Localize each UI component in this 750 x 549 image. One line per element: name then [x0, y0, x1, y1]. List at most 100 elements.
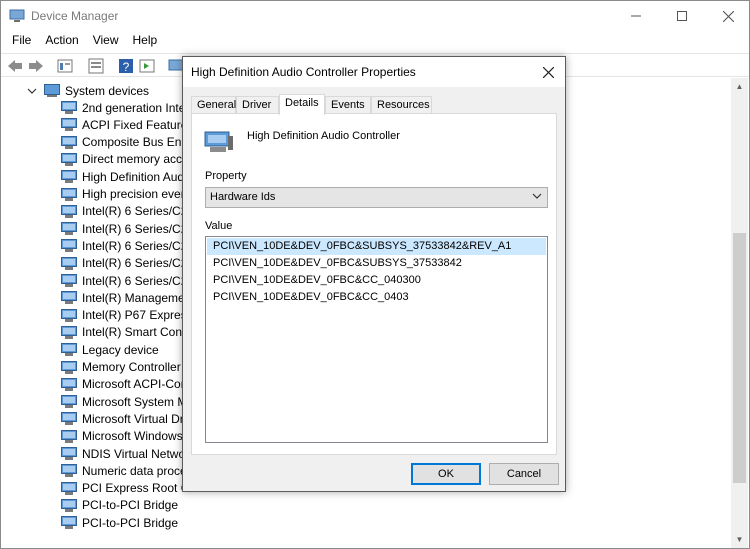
system-device-icon	[61, 464, 77, 478]
tree-item[interactable]: Direct memory acce	[61, 151, 189, 168]
cancel-button[interactable]: Cancel	[489, 463, 559, 485]
tree-item-label: Intel(R) Managemen	[82, 290, 192, 305]
tree-item[interactable]: Numeric data proce	[61, 462, 187, 479]
tree-item[interactable]: Intel(R) 6 Series/C20	[61, 272, 194, 289]
scroll-up-icon[interactable]: ▲	[735, 82, 744, 91]
system-device-icon	[61, 395, 77, 409]
system-device-icon	[61, 308, 77, 322]
title-bar: Device Manager	[1, 1, 749, 31]
maximize-icon	[677, 11, 687, 21]
vertical-scrollbar[interactable]: ▲ ▼	[731, 78, 748, 548]
close-icon	[722, 10, 734, 22]
tree-item-label: 2nd generation Intel	[82, 100, 189, 115]
value-listbox[interactable]: PCI\VEN_10DE&DEV_0FBC&SUBSYS_37533842&RE…	[205, 236, 548, 443]
forward-arrow-icon[interactable]	[27, 57, 45, 75]
system-device-icon	[61, 204, 77, 218]
tab-events[interactable]: Events	[325, 96, 371, 114]
tree-item[interactable]: Legacy device	[61, 341, 159, 358]
tree-item[interactable]: PCI Express Root Co	[61, 480, 196, 497]
tree-item[interactable]: Microsoft ACPI-Con	[61, 376, 187, 393]
device-name: High Definition Audio Controller	[247, 130, 400, 142]
maximize-button[interactable]	[659, 1, 705, 31]
tree-item-label: Microsoft ACPI-Con	[82, 377, 188, 392]
tree-item[interactable]: PCI-to-PCI Bridge	[61, 514, 178, 531]
tree-item-label: Microsoft System M	[82, 394, 188, 409]
tree-item-label: High Definition Aud	[82, 169, 185, 184]
tree-item[interactable]: Intel(R) 6 Series/C20	[61, 220, 194, 237]
close-icon	[542, 66, 554, 78]
tree-item[interactable]: High precision event	[61, 186, 191, 203]
tree-item-label: High precision event	[82, 187, 191, 201]
system-device-icon	[61, 481, 77, 495]
system-device-icon	[61, 429, 77, 443]
tree-item[interactable]: ACPI Fixed Feature B	[61, 116, 199, 133]
system-device-icon	[61, 187, 77, 201]
system-device-icon	[61, 135, 77, 149]
details-tab-panel: High Definition Audio Controller Propert…	[191, 113, 557, 455]
tree-item[interactable]: High Definition Aud	[61, 168, 184, 185]
tree-item[interactable]: Intel(R) Smart Conn	[61, 324, 189, 341]
tree-item-label: Composite Bus Enun	[82, 135, 195, 150]
tree-item-label: Direct memory acce	[82, 152, 189, 167]
menu-action[interactable]: Action	[38, 31, 85, 51]
tree-item[interactable]: Microsoft System M	[61, 393, 187, 410]
system-device-icon	[61, 101, 77, 114]
tree-item[interactable]: Intel(R) 6 Series/C20	[61, 255, 194, 272]
menu-help[interactable]: Help	[126, 31, 165, 51]
ok-button[interactable]: OK	[411, 463, 481, 485]
back-arrow-icon[interactable]	[6, 57, 24, 75]
tree-item[interactable]: Intel(R) P67 Express	[61, 307, 193, 324]
menu-view[interactable]: View	[86, 31, 126, 51]
tree-item[interactable]: Intel(R) 6 Series/C20	[61, 237, 194, 254]
system-device-icon	[61, 239, 77, 253]
device-manager-icon	[9, 9, 25, 22]
system-device-icon	[61, 291, 77, 305]
system-device-icon	[61, 222, 77, 236]
menu-file[interactable]: File	[5, 31, 38, 51]
tree-item[interactable]: NDIS Virtual Networ	[61, 445, 189, 462]
properties-icon[interactable]	[56, 57, 74, 75]
expanded-chevron-icon[interactable]	[27, 86, 37, 96]
scroll-down-icon[interactable]: ▼	[735, 535, 744, 544]
system-devices-folder-icon	[44, 84, 60, 97]
system-device-icon	[61, 360, 77, 374]
tree-item[interactable]: Memory Controller	[61, 359, 181, 376]
tab-details[interactable]: Details	[279, 94, 325, 115]
value-list-item[interactable]: PCI\VEN_10DE&DEV_0FBC&CC_0403	[207, 289, 546, 306]
tree-item[interactable]: Microsoft Virtual Dri	[61, 410, 186, 427]
tree-item[interactable]: Microsoft Windows	[61, 428, 183, 445]
update-driver-icon[interactable]	[87, 57, 105, 75]
chevron-down-icon	[532, 193, 542, 199]
tab-general[interactable]: General	[191, 96, 236, 114]
tree-item[interactable]: Composite Bus Enun	[61, 134, 195, 151]
value-list-item[interactable]: PCI\VEN_10DE&DEV_0FBC&CC_040300	[207, 272, 546, 289]
system-device-icon	[61, 256, 77, 270]
dialog-close-button[interactable]	[531, 57, 565, 87]
minimize-button[interactable]	[613, 1, 659, 31]
system-device-icon	[61, 447, 77, 460]
tree-item[interactable]: 2nd generation Intel	[61, 99, 188, 116]
system-device-icon	[61, 118, 77, 132]
tree-item[interactable]: Intel(R) 6 Series/C20	[61, 203, 194, 220]
tab-driver[interactable]: Driver	[236, 96, 279, 114]
tree-item-label: Microsoft Virtual Dri	[82, 411, 187, 426]
tree-item-label: Memory Controller	[82, 360, 181, 374]
tree-node-system-devices[interactable]: System devices	[27, 82, 149, 99]
svg-text:?: ?	[123, 60, 130, 74]
help-icon[interactable]: ?	[117, 57, 135, 75]
action-view-icon[interactable]	[138, 57, 156, 75]
tree-item-label: Numeric data proce	[82, 463, 187, 478]
scrollbar-thumb[interactable]	[733, 233, 746, 483]
tree-item-label: Legacy device	[82, 342, 159, 357]
tree-item-label: Intel(R) 6 Series/C20	[82, 273, 195, 288]
tree-item[interactable]: Intel(R) Managemen	[61, 289, 191, 306]
value-list-item[interactable]: PCI\VEN_10DE&DEV_0FBC&SUBSYS_37533842&RE…	[207, 238, 546, 255]
property-dropdown[interactable]: Hardware Ids	[205, 187, 548, 208]
close-button[interactable]	[705, 1, 750, 31]
tree-item[interactable]: PCI-to-PCI Bridge	[61, 497, 178, 514]
tree-item-label: Intel(R) 6 Series/C20	[82, 238, 195, 253]
property-label: Property	[205, 170, 247, 182]
tab-resources[interactable]: Resources	[371, 96, 432, 114]
tree-root-label: System devices	[65, 83, 150, 98]
value-list-item[interactable]: PCI\VEN_10DE&DEV_0FBC&SUBSYS_37533842	[207, 255, 546, 272]
